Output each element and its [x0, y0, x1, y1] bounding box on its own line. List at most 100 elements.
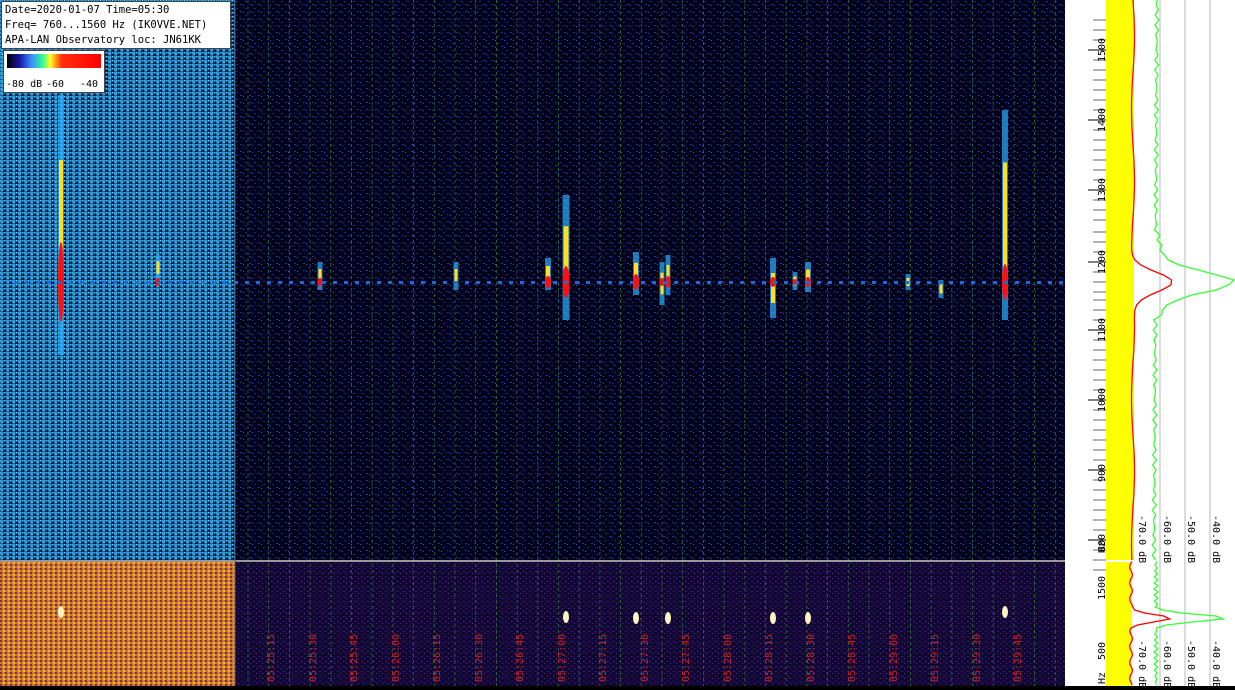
carrier-dot	[410, 281, 414, 284]
carrier-dot	[1015, 281, 1019, 284]
carrier-dot	[80, 281, 84, 284]
scale-label-high: -40	[80, 79, 99, 90]
color-scale-legend: -80 dB -60 -40	[3, 50, 105, 93]
lower-freq-tick-label: 500	[1097, 641, 1108, 660]
lower-echo	[563, 611, 569, 623]
lower-echo	[58, 606, 64, 618]
carrier-dot	[597, 281, 601, 284]
freq-tick-label: 900	[1097, 463, 1108, 482]
carrier-dot	[828, 281, 832, 284]
carrier-dot	[1059, 281, 1063, 284]
carrier-dot	[355, 281, 359, 284]
db-label: -40.0 dB	[1210, 515, 1221, 564]
time-axis-label: 05:29:00	[888, 633, 900, 682]
carrier-dot	[1048, 281, 1052, 284]
carrier-dot	[36, 281, 40, 284]
carrier-dot	[718, 281, 722, 284]
carrier-dot	[388, 281, 392, 284]
freq-tick-label: 1300	[1097, 177, 1108, 202]
echo-mid	[454, 269, 458, 283]
carrier-dot	[102, 281, 106, 284]
lower-freq-unit-label: Hz	[1097, 671, 1108, 684]
time-axis-label: 05:25:30	[307, 633, 319, 682]
carrier-dot	[113, 281, 117, 284]
color-scale-bar	[7, 54, 101, 68]
time-axis-label: 05:27:15	[598, 633, 609, 682]
carrier-dot	[1026, 281, 1030, 284]
time-axis-label: 05:26:15	[432, 633, 443, 682]
carrier-dot	[575, 281, 579, 284]
time-axis-label: 05:27:00	[556, 633, 568, 682]
carrier-dot	[124, 281, 128, 284]
carrier-dot	[894, 281, 898, 284]
carrier-dot	[399, 281, 403, 284]
lower-db-label: -70.0 dB	[1136, 640, 1147, 689]
carrier-dot	[674, 281, 678, 284]
carrier-dot	[685, 281, 689, 284]
db-label: -70.0 dB	[1136, 515, 1147, 564]
carrier-dot	[179, 281, 183, 284]
carrier-dot	[377, 281, 381, 284]
carrier-dot	[256, 281, 260, 284]
carrier-dot	[927, 281, 931, 284]
carrier-dot	[850, 281, 854, 284]
carrier-dot	[311, 281, 315, 284]
freq-tick-label: 1000	[1097, 387, 1108, 412]
carrier-dot	[982, 281, 986, 284]
carrier-dot	[883, 281, 887, 284]
carrier-dot	[432, 281, 436, 284]
carrier-dot	[861, 281, 865, 284]
carrier-dot	[641, 281, 645, 284]
db-label: -60.0 dB	[1161, 515, 1172, 564]
carrier-dot	[663, 281, 667, 284]
time-axis-label: 05:25:15	[266, 633, 277, 682]
freq-range-line: Freq= 760...1560 Hz (IK0VVE.NET)	[5, 19, 208, 31]
carrier-dot	[344, 281, 348, 284]
carrier-dot	[168, 281, 172, 284]
observatory-line: APA-LAN Observatory loc: JN61KK	[5, 34, 201, 46]
freq-tick-label: 1400	[1097, 107, 1108, 132]
lower-echo	[633, 612, 639, 624]
carrier-dot	[69, 281, 73, 284]
carrier-dot	[905, 281, 909, 284]
spectrum-avg-fill	[1106, 0, 1134, 560]
echo-mid	[156, 261, 160, 274]
freq-tick-label: 1100	[1097, 317, 1108, 342]
carrier-dot	[212, 281, 216, 284]
carrier-dot	[542, 281, 546, 284]
carrier-dot	[58, 281, 62, 284]
carrier-dot	[322, 281, 326, 284]
carrier-dot	[652, 281, 656, 284]
carrier-dot	[509, 281, 513, 284]
carrier-dot	[784, 281, 788, 284]
scale-label-mid: -60	[46, 79, 65, 90]
carrier-dot	[289, 281, 293, 284]
carrier-dot	[190, 281, 194, 284]
carrier-dot	[476, 281, 480, 284]
spectrogram-stage: Date=2020-01-07 Time=05:30 Freq= 760...1…	[0, 0, 1235, 689]
carrier-dot	[14, 281, 18, 284]
lower-db-label: -40.0 dB	[1210, 640, 1221, 689]
date-time-line: Date=2020-01-07 Time=05:30	[5, 4, 170, 16]
carrier-dot	[960, 281, 964, 284]
carrier-dot	[993, 281, 997, 284]
carrier-dot	[817, 281, 821, 284]
carrier-dot	[564, 281, 568, 284]
carrier-dot	[619, 281, 623, 284]
carrier-dot	[795, 281, 799, 284]
carrier-dot	[971, 281, 975, 284]
carrier-dot	[630, 281, 634, 284]
carrier-dot	[938, 281, 942, 284]
time-axis-label: 05:28:15	[764, 633, 775, 682]
carrier-dot	[762, 281, 766, 284]
carrier-dot	[696, 281, 700, 284]
lower-db-label: -60.0 dB	[1161, 640, 1172, 689]
info-header: Date=2020-01-07 Time=05:30 Freq= 760...1…	[1, 1, 231, 49]
time-axis-label: 05:28:00	[722, 633, 734, 682]
carrier-dot	[443, 281, 447, 284]
carrier-dot	[608, 281, 612, 284]
carrier-dot	[949, 281, 953, 284]
lower-echo	[770, 612, 776, 624]
lower-echo	[1002, 606, 1008, 618]
carrier-dot	[707, 281, 711, 284]
